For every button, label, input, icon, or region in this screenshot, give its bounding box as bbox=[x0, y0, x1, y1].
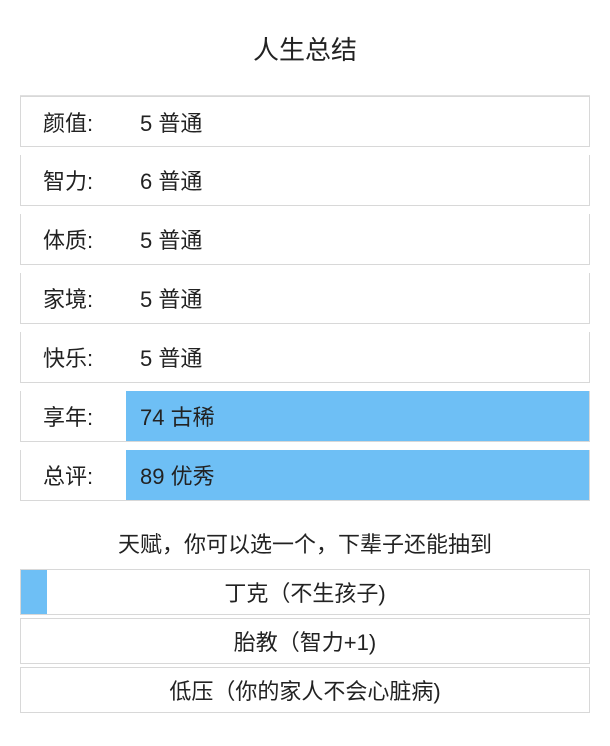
stat-row-overall: 总评: 89 优秀 bbox=[20, 450, 590, 501]
stat-value: 74 古稀 bbox=[126, 391, 589, 441]
stat-value: 5 普通 bbox=[126, 214, 589, 264]
stat-row-happiness: 快乐: 5 普通 bbox=[20, 332, 590, 383]
stat-label: 总评: bbox=[21, 459, 126, 491]
stat-row-family: 家境: 5 普通 bbox=[20, 273, 590, 324]
stat-value: 5 普通 bbox=[126, 332, 589, 382]
talent-option-lowpressure[interactable]: 低压（你的家人不会心脏病) bbox=[20, 667, 590, 713]
stat-label: 享年: bbox=[21, 400, 126, 432]
stat-row-constitution: 体质: 5 普通 bbox=[20, 214, 590, 265]
stat-label: 颜值: bbox=[21, 106, 126, 138]
talent-section: 天赋，你可以选一个，下辈子还能抽到 丁克（不生孩子) 胎教（智力+1) 低压（你… bbox=[20, 517, 590, 713]
stat-label: 快乐: bbox=[21, 341, 126, 373]
talent-option-prenatal[interactable]: 胎教（智力+1) bbox=[20, 618, 590, 664]
stat-value: 5 普通 bbox=[126, 273, 589, 323]
talent-prompt: 天赋，你可以选一个，下辈子还能抽到 bbox=[20, 517, 590, 569]
page-title: 人生总结 bbox=[20, 30, 590, 67]
main-container: 人生总结 颜值: 5 普通 智力: 6 普通 体质: 5 普通 家境: 5 普通… bbox=[0, 0, 610, 713]
stat-row-intelligence: 智力: 6 普通 bbox=[20, 155, 590, 206]
stat-value: 89 优秀 bbox=[126, 450, 589, 500]
talent-label: 低压（你的家人不会心脏病) bbox=[169, 679, 440, 704]
stat-row-lifespan: 享年: 74 古稀 bbox=[20, 391, 590, 442]
stat-value: 6 普通 bbox=[126, 155, 589, 205]
talent-label: 丁克（不生孩子) bbox=[224, 581, 385, 606]
stat-label: 家境: bbox=[21, 282, 126, 314]
stats-scroll-area[interactable]: 颜值: 5 普通 智力: 6 普通 体质: 5 普通 家境: 5 普通 快乐: … bbox=[20, 95, 590, 515]
stat-value: 5 普通 bbox=[126, 97, 589, 146]
talent-option-dink[interactable]: 丁克（不生孩子) bbox=[20, 569, 590, 615]
stat-label: 智力: bbox=[21, 164, 126, 196]
talent-label: 胎教（智力+1) bbox=[234, 630, 376, 655]
stat-row-appearance: 颜值: 5 普通 bbox=[20, 96, 590, 147]
stat-label: 体质: bbox=[21, 223, 126, 255]
